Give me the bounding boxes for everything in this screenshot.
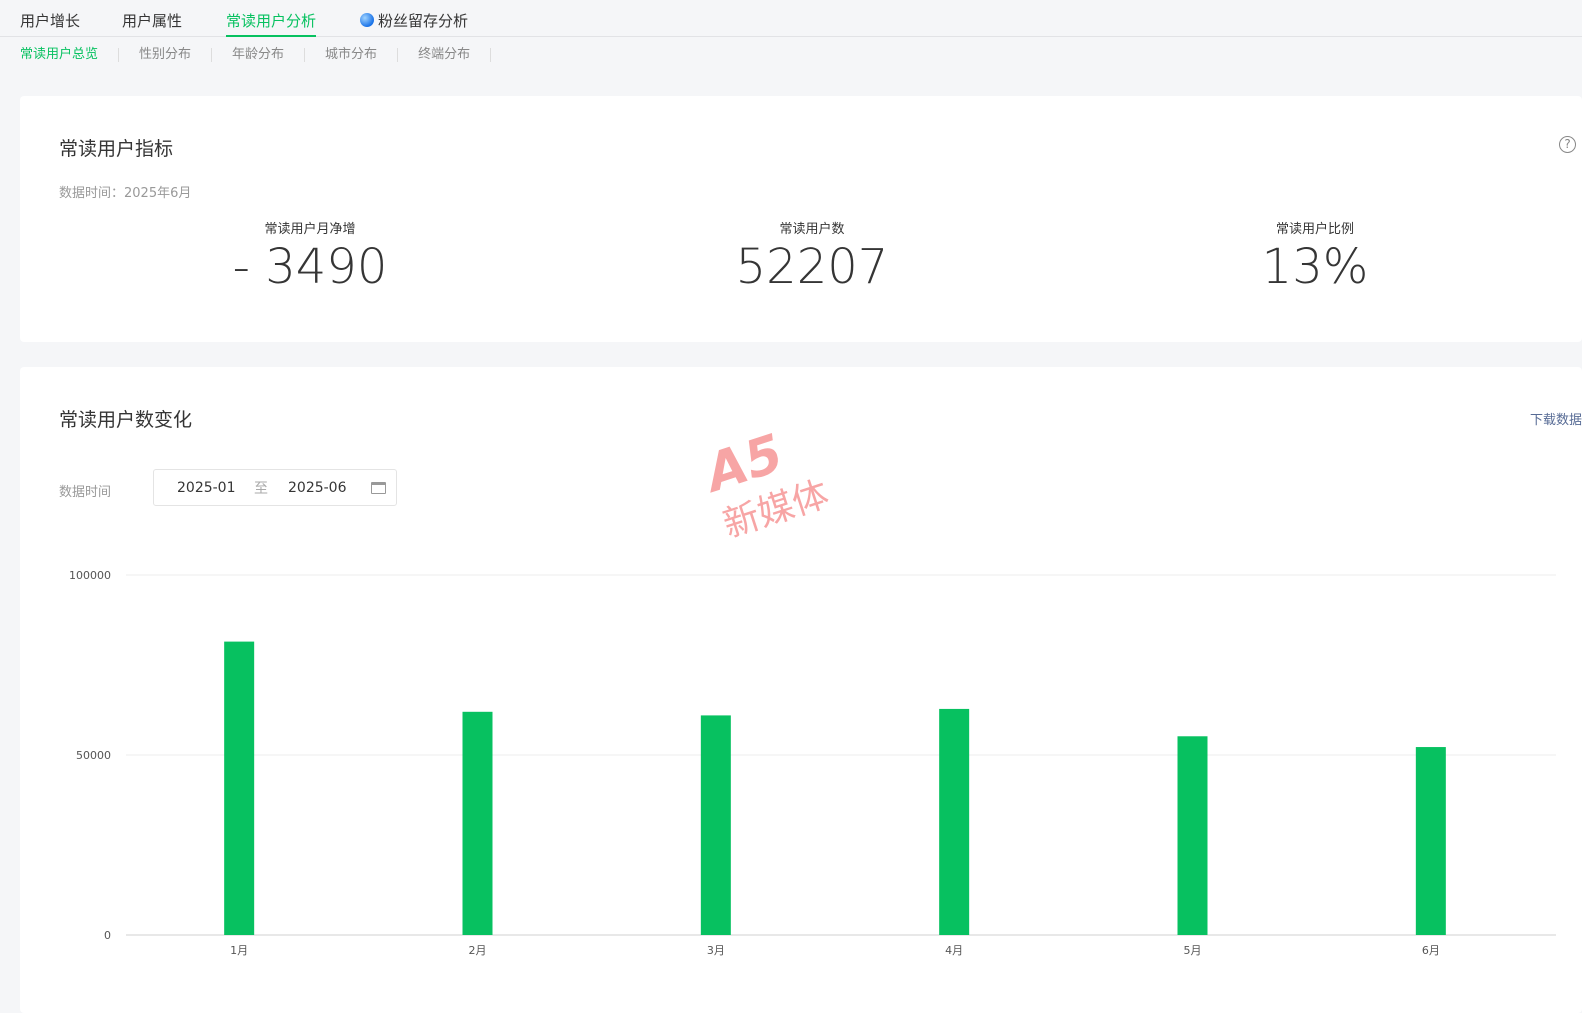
subtab-gender[interactable]: 性别分布 [119,48,213,62]
bar-4[interactable] [939,708,970,935]
subtab-bar: 常读用户总览 性别分布 年龄分布 城市分布 终端分布 [20,46,492,64]
metric-frequent-readers: 常读用户数 52207 [662,218,962,291]
subtab-city[interactable]: 城市分布 [305,48,399,62]
bar-1[interactable] [224,641,255,935]
metrics-card: 常读用户指标 ? 数据时间：2025年6月 常读用户月净增 - 3490 常读用… [20,96,1582,342]
x-tick-label: 5月 [1184,944,1202,957]
metric-value: 52207 [735,239,889,295]
tab-user-attributes[interactable]: 用户属性 [122,10,182,37]
metric-label: 常读用户数 [779,222,845,237]
metric-frequent-ratio: 常读用户比例 13% [1165,218,1465,291]
tab-fan-retention-label: 粉丝留存分析 [378,12,469,30]
y-tick-label: 100000 [69,569,111,582]
tab-user-growth[interactable]: 用户增长 [20,10,80,37]
x-tick-label: 6月 [1422,944,1440,957]
metric-value: 13% [1261,239,1369,295]
x-tick-label: 3月 [707,944,725,957]
y-tick-label: 0 [104,929,111,942]
subtab-device[interactable]: 终端分布 [398,48,492,62]
y-tick-label: 50000 [76,749,111,762]
metric-value: - 3490 [232,239,388,295]
help-icon[interactable]: ? [1559,136,1576,153]
metric-label: 常读用户月净增 [264,222,356,237]
top-tab-bar: 用户增长 用户属性 常读用户分析 粉丝留存分析 [0,0,1582,37]
bar-6[interactable] [1415,747,1446,935]
bar-2[interactable] [462,711,493,935]
x-tick-label: 2月 [469,944,487,957]
bar-5[interactable] [1177,736,1208,935]
metrics-data-time: 数据时间：2025年6月 [59,186,192,201]
metric-monthly-net-growth: 常读用户月净增 - 3490 [160,218,460,291]
x-tick-label: 1月 [230,944,248,957]
x-tick-label: 4月 [945,944,963,957]
metric-label: 常读用户比例 [1275,222,1354,237]
bar-3[interactable] [700,715,731,935]
globe-icon [360,13,374,27]
tab-fan-retention[interactable]: 粉丝留存分析 [360,10,468,37]
subtab-age[interactable]: 年龄分布 [212,48,306,62]
metrics-title: 常读用户指标 [59,138,174,160]
tab-frequent-readers[interactable]: 常读用户分析 [226,10,317,37]
subtab-overview[interactable]: 常读用户总览 [20,48,120,62]
